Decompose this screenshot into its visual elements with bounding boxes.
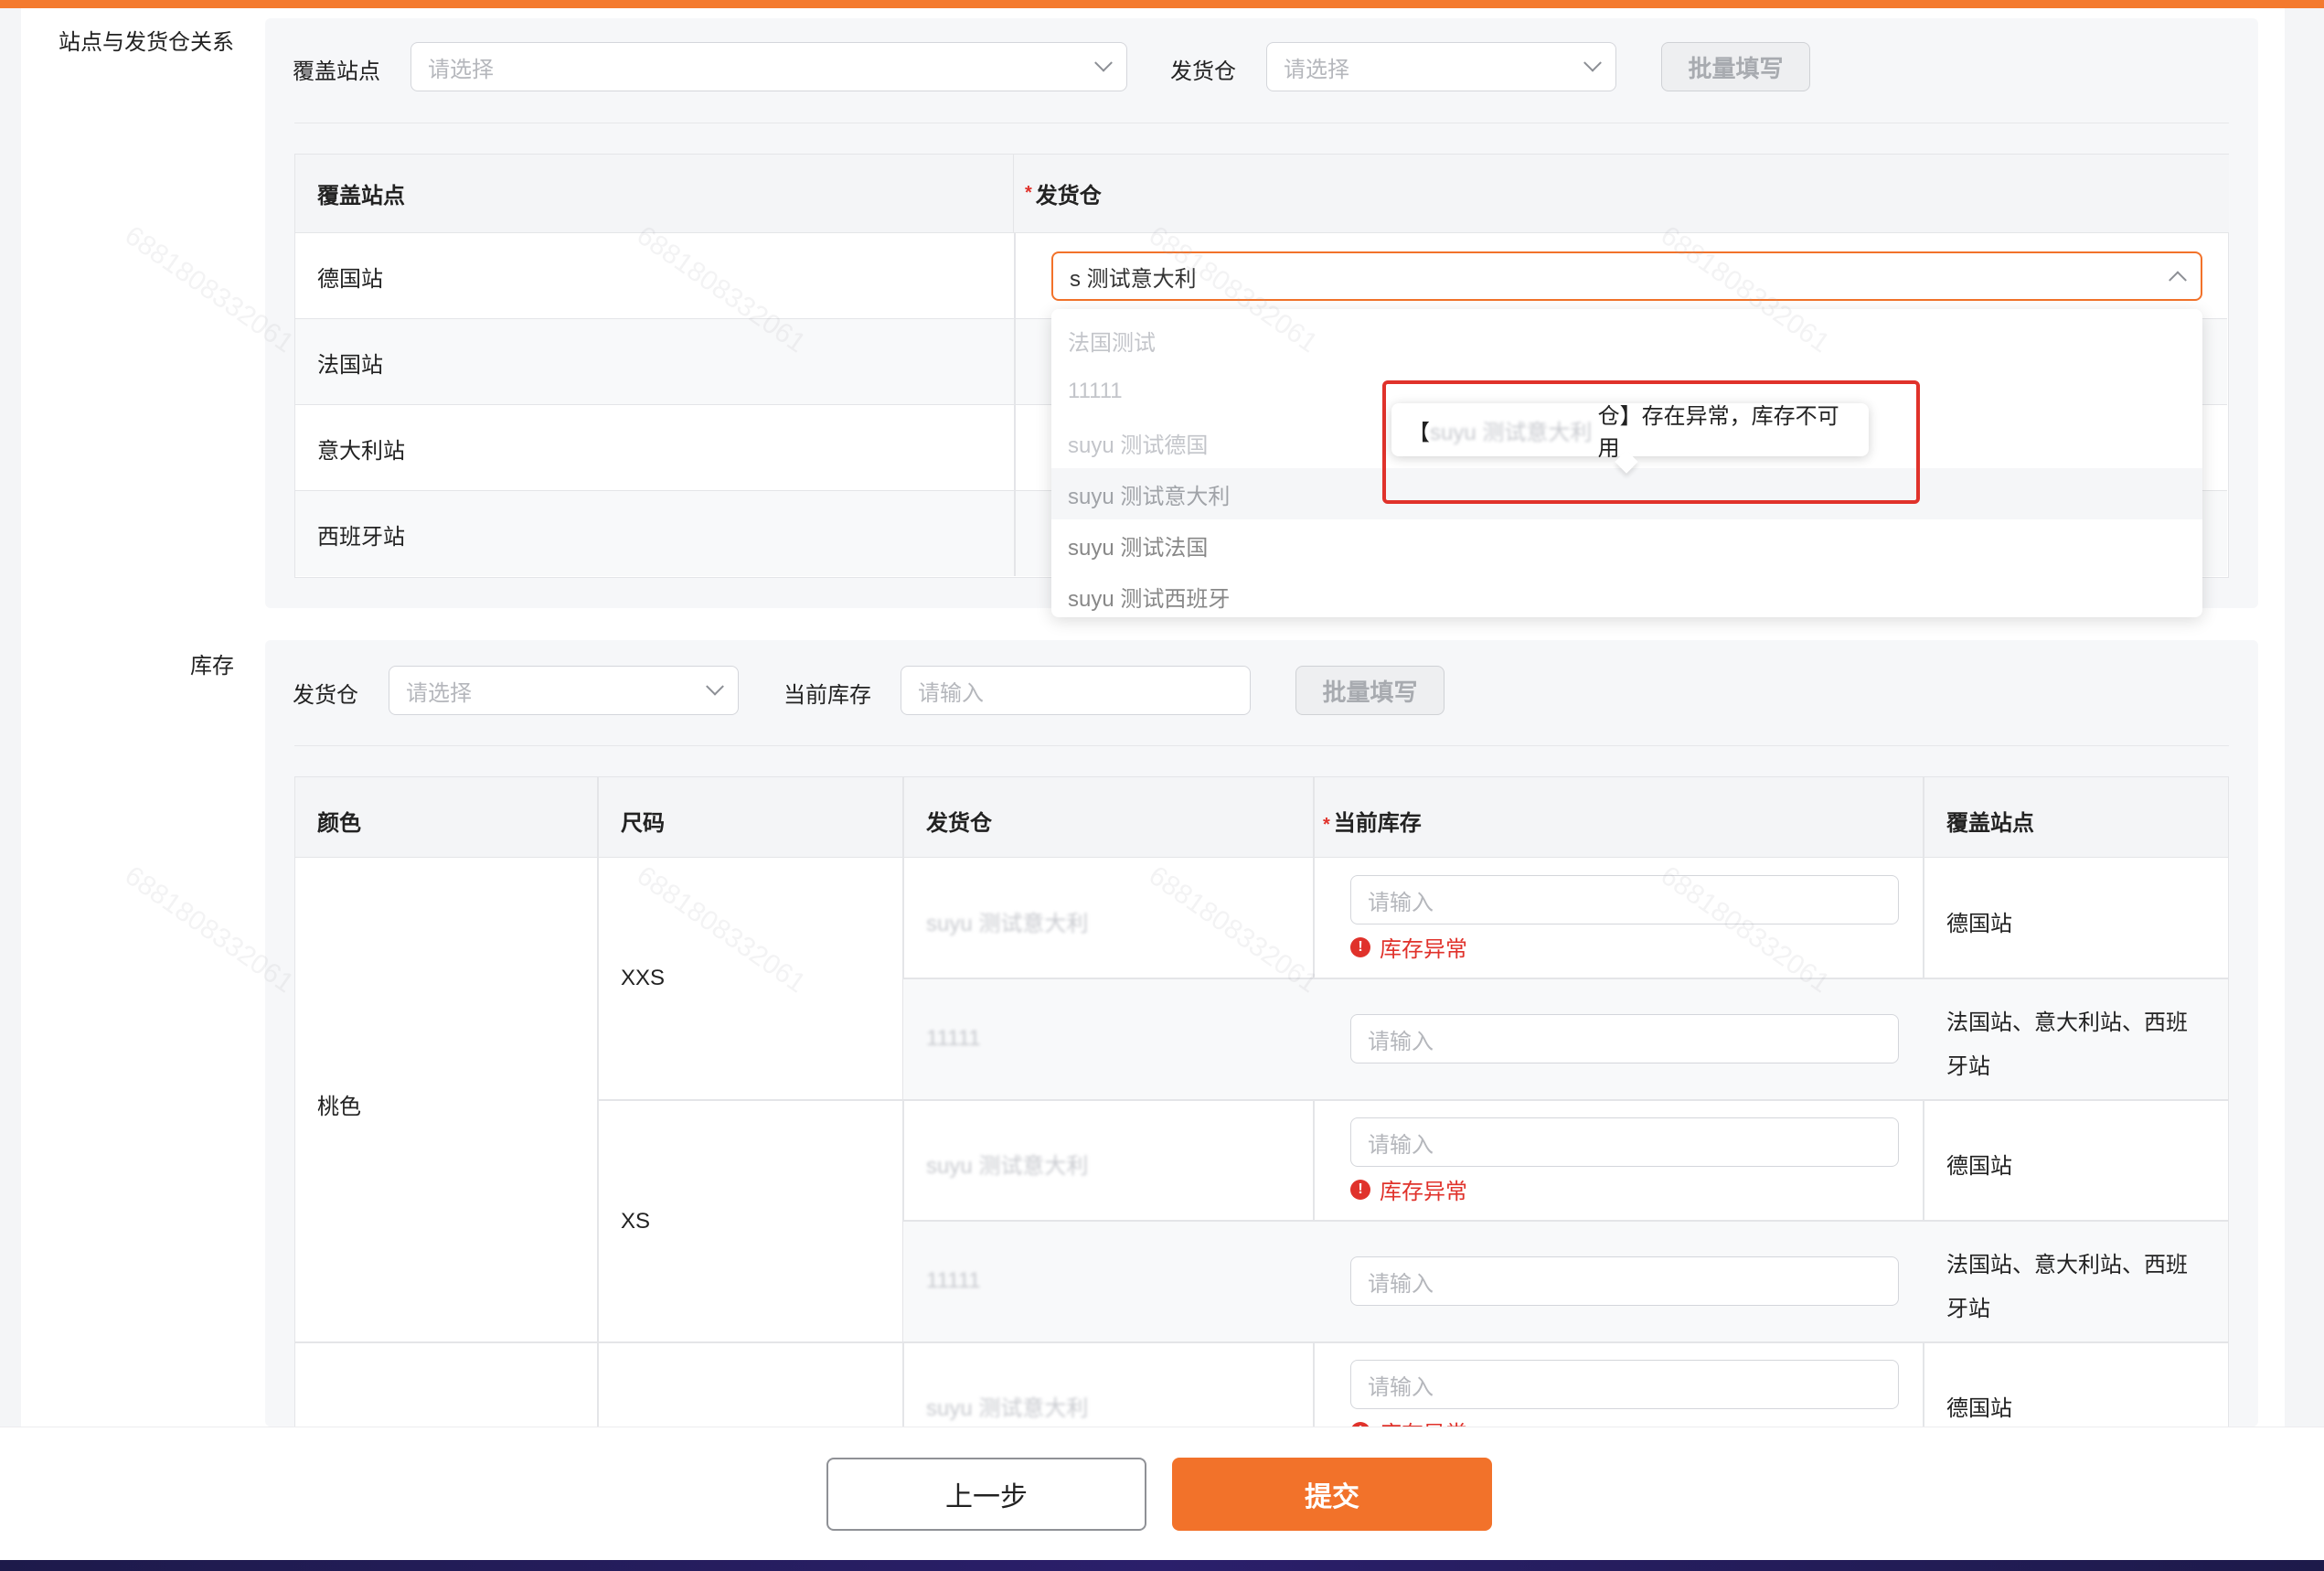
dropdown-option[interactable]: 法国测试 (1051, 315, 2202, 366)
col-header-warehouse: 发货仓 (926, 811, 992, 836)
stock-input-placeholder: 请输入 (1368, 1271, 1434, 1297)
warehouse-filter-select[interactable]: 请选择 (1266, 42, 1616, 91)
divider (1014, 491, 1016, 576)
col-header-warehouse: * 发货仓 (1014, 155, 2229, 233)
warehouse-cell: suyu 测试意大利 (926, 1396, 1089, 1421)
divider (903, 978, 2228, 979)
divider (598, 1099, 2228, 1101)
divider (294, 745, 2229, 746)
error-icon: ! (1350, 1179, 1370, 1200)
submit-button[interactable]: 提交 (1172, 1458, 1492, 1531)
warehouse-error-tooltip: 【 suyu 测试意大利 仓】存在异常，库存不可用 (1391, 403, 1869, 461)
warehouse-cell: 11111 (926, 1026, 981, 1051)
footer-bar (0, 1427, 2324, 1562)
required-mark: * (1323, 815, 1330, 835)
chevron-down-icon (1583, 53, 1602, 72)
sites-cell: 德国站 (1946, 912, 2012, 936)
section-label-site-warehouse: 站点与发货仓关系 (59, 30, 234, 55)
site-cell: 西班牙站 (317, 525, 405, 550)
sites-cell-line1: 法国站、意大利站、西班 (1946, 1010, 2188, 1035)
selected-warehouse-text: s 测试意大利 (1070, 266, 1197, 292)
tooltip-hidden-name: suyu 测试意大利 (1430, 420, 1593, 445)
site-cell: 法国站 (317, 353, 383, 378)
tooltip-text: 仓】存在异常，库存不可用 (1597, 404, 1839, 461)
dropdown-option[interactable]: suyu 测试西班牙 (1051, 571, 2202, 622)
stock-table: 颜色 尺码 发货仓 * 当前库存 覆盖站点 桃色 XXS XS suyu 测试意大… (294, 776, 2229, 1435)
divider (597, 777, 599, 1434)
warehouse-filter-label: 发货仓 (1170, 59, 1236, 84)
stock-input[interactable]: 请输入 (1350, 875, 1899, 924)
col-header-color: 颜色 (317, 811, 361, 836)
size-cell: XS (621, 1209, 651, 1234)
stock-error: ! 库存异常 (1350, 931, 1467, 963)
stock-warehouse-placeholder: 请选择 (406, 680, 472, 706)
col-header-stock: * 当前库存 (1323, 805, 1422, 837)
error-icon: ! (1350, 936, 1370, 957)
divider (1014, 405, 1016, 491)
col-header-warehouse-label: 发货仓 (1035, 184, 1102, 208)
prev-step-button[interactable]: 上一步 (826, 1458, 1146, 1531)
size-cell: XXS (621, 966, 666, 990)
sites-cell-line2: 牙站 (1946, 1054, 1990, 1079)
warehouse-filter-placeholder: 请选择 (1284, 57, 1349, 82)
sites-cell-line2: 牙站 (1946, 1297, 1990, 1321)
stock-warehouse-label: 发货仓 (293, 683, 358, 708)
stock-input-placeholder: 请输入 (1368, 1029, 1434, 1054)
divider (295, 1341, 2228, 1343)
divider (1014, 319, 1016, 405)
stock-error: ! 库存异常 (1350, 1173, 1467, 1205)
col-header-sites: 覆盖站点 (1946, 811, 2034, 836)
current-stock-placeholder: 请输入 (918, 680, 984, 706)
stock-warehouse-select[interactable]: 请选择 (389, 666, 739, 715)
chevron-down-icon (706, 677, 724, 696)
sites-cell: 德国站 (1946, 1396, 2012, 1421)
section-label-stock: 库存 (190, 654, 234, 679)
site-filter-placeholder: 请选择 (428, 57, 494, 82)
batch-fill-button-2[interactable]: 批量填写 (1295, 666, 1445, 715)
top-accent-bar (0, 0, 2324, 8)
col-header-stock-label: 当前库存 (1333, 811, 1422, 836)
stock-error-text: 库存异常 (1380, 937, 1467, 962)
warehouse-cell: 11111 (926, 1268, 981, 1293)
col-header-size: 尺码 (621, 811, 665, 836)
color-cell: 桃色 (317, 1095, 361, 1119)
warehouse-cell: suyu 测试意大利 (926, 912, 1089, 936)
stock-input-placeholder: 请输入 (1368, 1132, 1434, 1158)
chevron-down-icon (1094, 53, 1113, 72)
sites-cell: 德国站 (1946, 1154, 2012, 1179)
batch-fill-button-1[interactable]: 批量填写 (1661, 42, 1810, 91)
stock-input[interactable]: 请输入 (1350, 1360, 1899, 1409)
divider (1014, 233, 1016, 319)
stock-error-text: 库存异常 (1380, 1180, 1467, 1204)
tooltip-bracket: 【 (1408, 420, 1430, 445)
stock-input[interactable]: 请输入 (1350, 1014, 1899, 1063)
col-header-site: 覆盖站点 (295, 155, 1014, 233)
site-filter-select[interactable]: 请选择 (410, 42, 1127, 91)
divider (903, 1220, 2228, 1222)
current-stock-label: 当前库存 (784, 683, 871, 708)
stock-input-placeholder: 请输入 (1368, 1374, 1434, 1400)
site-cell: 意大利站 (317, 439, 405, 464)
required-mark: * (1025, 183, 1032, 203)
site-cell: 德国站 (317, 267, 383, 292)
stock-input[interactable]: 请输入 (1350, 1117, 1899, 1167)
chevron-up-icon (2169, 271, 2187, 290)
dropdown-option[interactable]: suyu 测试法国 (1051, 519, 2202, 571)
bottom-bar (0, 1560, 2324, 1571)
stock-table-header (295, 777, 2228, 858)
sites-cell-line1: 法国站、意大利站、西班 (1946, 1253, 2188, 1277)
warehouse-select-germany[interactable]: s 测试意大利 (1051, 251, 2202, 301)
current-stock-input[interactable]: 请输入 (901, 666, 1251, 715)
stock-input-placeholder: 请输入 (1368, 890, 1434, 915)
stock-input[interactable]: 请输入 (1350, 1256, 1899, 1306)
warehouse-cell: suyu 测试意大利 (926, 1154, 1089, 1179)
site-filter-label: 覆盖站点 (293, 59, 380, 84)
